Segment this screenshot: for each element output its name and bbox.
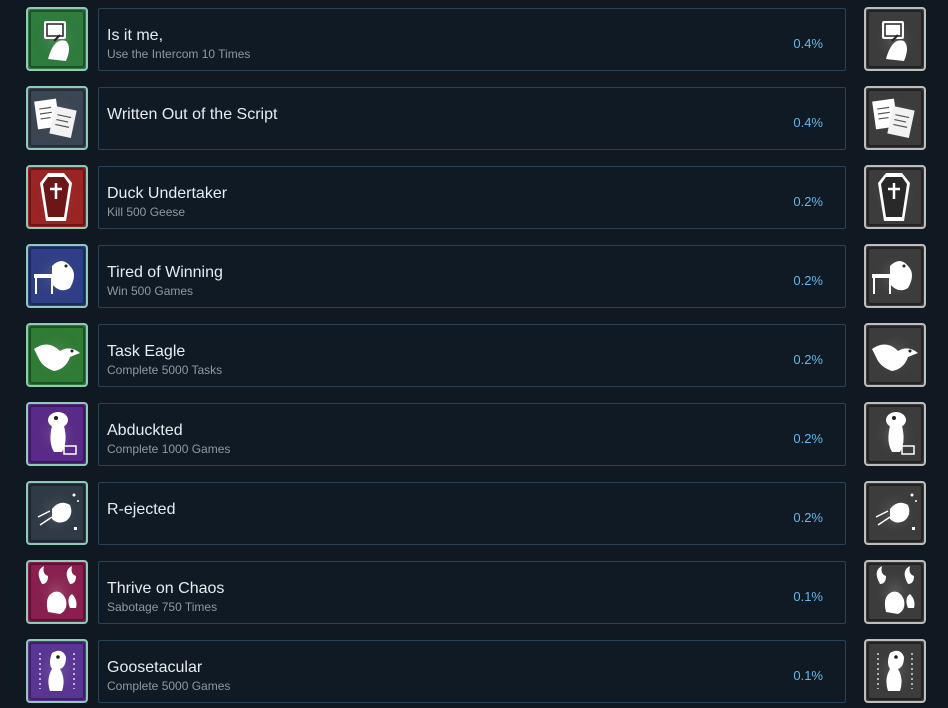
achievement-title: Is it me, [107,27,164,44]
achievement-unlock-percent: 0.4% [793,36,823,51]
achievement-card: Thrive on Chaos Sabotage 750 Times 0.1% [98,561,846,624]
achievement-card: Written Out of the Script 0.4% [98,87,846,150]
achievement-unlock-percent: 0.2% [793,431,823,446]
achievement-card: Abduckted Complete 1000 Games 0.2% [98,403,846,466]
achievement-row: Thrive on Chaos Sabotage 750 Times 0.1% [0,560,948,626]
achievement-description: Win 500 Games [107,284,194,298]
achievement-unlock-percent: 0.1% [793,589,823,604]
achievement-description: Sabotage 750 Times [107,600,218,614]
achievement-description: Complete 1000 Games [107,442,231,456]
intercom-icon [26,7,88,71]
achievement-card: R-ejected 0.2% [98,482,846,545]
achievement-unlock-percent: 0.2% [793,510,823,525]
eagle-locked-icon [864,323,926,387]
achievement-card: Goosetacular Complete 5000 Games 0.1% [98,640,846,703]
achievement-unlock-percent: 0.1% [793,668,823,683]
script-pages-icon [26,86,88,150]
achievement-row: Is it me, Use the Intercom 10 Times 0.4% [0,7,948,73]
achievement-row: Goosetacular Complete 5000 Games 0.1% [0,639,948,705]
ejected-goose-locked-icon [864,481,926,545]
script-pages-locked-icon [864,86,926,150]
intercom-locked-icon [864,7,926,71]
abducted-duck-locked-icon [864,402,926,466]
achievement-unlock-percent: 0.2% [793,273,823,288]
achievement-description: Use the Intercom 10 Times [107,47,251,61]
achievement-title: Duck Undertaker [107,185,228,202]
achievement-title: Thrive on Chaos [107,580,225,597]
achievement-unlock-percent: 0.2% [793,352,823,367]
eagle-icon [26,323,88,387]
tired-duck-icon [26,244,88,308]
achievement-card: Duck Undertaker Kill 500 Geese 0.2% [98,166,846,229]
coffin-locked-icon [864,165,926,229]
achievement-title: Abduckted [107,422,183,439]
chaos-flames-icon [26,560,88,624]
abducted-duck-icon [26,402,88,466]
achievement-title: Task Eagle [107,343,186,360]
achievement-row: Abduckted Complete 1000 Games 0.2% [0,402,948,468]
achievement-description: Complete 5000 Games [107,679,231,693]
achievement-card: Task Eagle Complete 5000 Tasks 0.2% [98,324,846,387]
achievement-row: Task Eagle Complete 5000 Tasks 0.2% [0,323,948,389]
achievement-title: R-ejected [107,501,176,518]
achievements-list: Is it me, Use the Intercom 10 Times 0.4% Wr… [0,0,948,708]
achievement-title: Goosetacular [107,659,203,676]
goose-spotlight-locked-icon [864,639,926,703]
achievement-title: Written Out of the Script [107,106,278,123]
tired-duck-locked-icon [864,244,926,308]
chaos-flames-locked-icon [864,560,926,624]
achievement-row: R-ejected 0.2% [0,481,948,547]
achievement-row: Written Out of the Script 0.4% [0,86,948,152]
achievement-card: Is it me, Use the Intercom 10 Times 0.4% [98,8,846,71]
achievement-unlock-percent: 0.4% [793,115,823,130]
goose-spotlight-icon [26,639,88,703]
achievement-title: Tired of Winning [107,264,223,281]
ejected-goose-icon [26,481,88,545]
achievement-description: Kill 500 Geese [107,205,186,219]
achievement-description: Complete 5000 Tasks [107,363,223,377]
coffin-icon [26,165,88,229]
achievement-row: Tired of Winning Win 500 Games 0.2% [0,244,948,310]
achievement-unlock-percent: 0.2% [793,194,823,209]
achievement-row: Duck Undertaker Kill 500 Geese 0.2% [0,165,948,231]
achievement-card: Tired of Winning Win 500 Games 0.2% [98,245,846,308]
